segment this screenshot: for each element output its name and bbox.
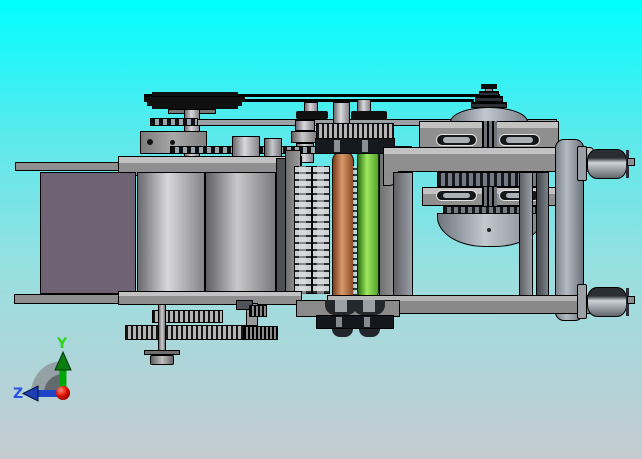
guide-roller-front[interactable]	[137, 172, 205, 296]
caster-axle-pin	[627, 158, 635, 166]
roller-stub	[363, 300, 375, 312]
frame-bottom-deck[interactable]	[118, 291, 302, 305]
mount-slot-pin	[506, 137, 533, 143]
guide-roller-rear[interactable]	[205, 172, 276, 296]
spiked-roller-shaft	[317, 166, 324, 294]
bearing-block-bottom[interactable]	[316, 315, 394, 329]
caster-wheel-lower[interactable]	[587, 287, 627, 317]
gear-shaft-rod	[158, 304, 166, 352]
motor-top-dome[interactable]	[450, 107, 528, 122]
pinion-gear[interactable]	[249, 305, 267, 317]
motor-screw	[487, 228, 491, 232]
frame-post[interactable]	[519, 172, 533, 296]
bolt-head	[170, 140, 175, 145]
bolt-head	[147, 139, 153, 145]
caster-axle-pin	[627, 296, 635, 304]
z-axis-arrowhead	[21, 385, 39, 402]
left-drum[interactable]	[40, 172, 136, 294]
mount-slot-pin	[443, 137, 470, 143]
y-axis-label: Y	[56, 336, 68, 352]
mount-slot-pin	[443, 193, 470, 198]
frame-post[interactable]	[393, 172, 413, 296]
spiked-roller-shaft	[299, 166, 306, 294]
shaft-bolt-head	[150, 355, 174, 365]
cad-viewport[interactable]: Y Z	[0, 0, 642, 459]
orientation-triad: Y Z	[13, 336, 72, 402]
orange-roller[interactable]	[332, 151, 354, 304]
idler-cylinder	[264, 138, 282, 157]
gear-large[interactable]	[125, 325, 257, 340]
frame-post[interactable]	[536, 172, 549, 296]
caster-flange	[577, 284, 587, 319]
sprocket-disc[interactable]	[296, 111, 328, 119]
gear-small[interactable]	[243, 326, 278, 340]
bearing-separator	[334, 140, 340, 152]
nut-stack	[291, 131, 317, 143]
frame-top-rail-left[interactable]	[15, 162, 119, 171]
z-axis-label: Z	[13, 386, 23, 402]
bearing-separator	[336, 317, 342, 327]
idler-cylinder	[232, 136, 260, 157]
frame-bottom-rail-left[interactable]	[14, 294, 119, 304]
bearing-separator	[362, 140, 368, 152]
y-axis-arrowhead	[54, 350, 72, 371]
caster-flange	[577, 146, 587, 181]
roller-stub	[335, 300, 347, 312]
nut-stack	[295, 120, 315, 131]
bearing-separator	[364, 317, 370, 327]
motor-shaft-lines	[482, 121, 497, 148]
motor-shaft-lines	[482, 187, 497, 206]
green-roller[interactable]	[357, 147, 379, 301]
belt-pulley-disc[interactable]	[152, 92, 238, 96]
bearing-foot	[359, 329, 380, 337]
caster-wheel-upper[interactable]	[587, 149, 627, 179]
bearing-foot	[332, 329, 353, 337]
drive-chain-upper[interactable]	[150, 118, 198, 126]
sprocket-disc[interactable]	[351, 111, 387, 120]
triad-origin-sphere	[56, 386, 70, 400]
